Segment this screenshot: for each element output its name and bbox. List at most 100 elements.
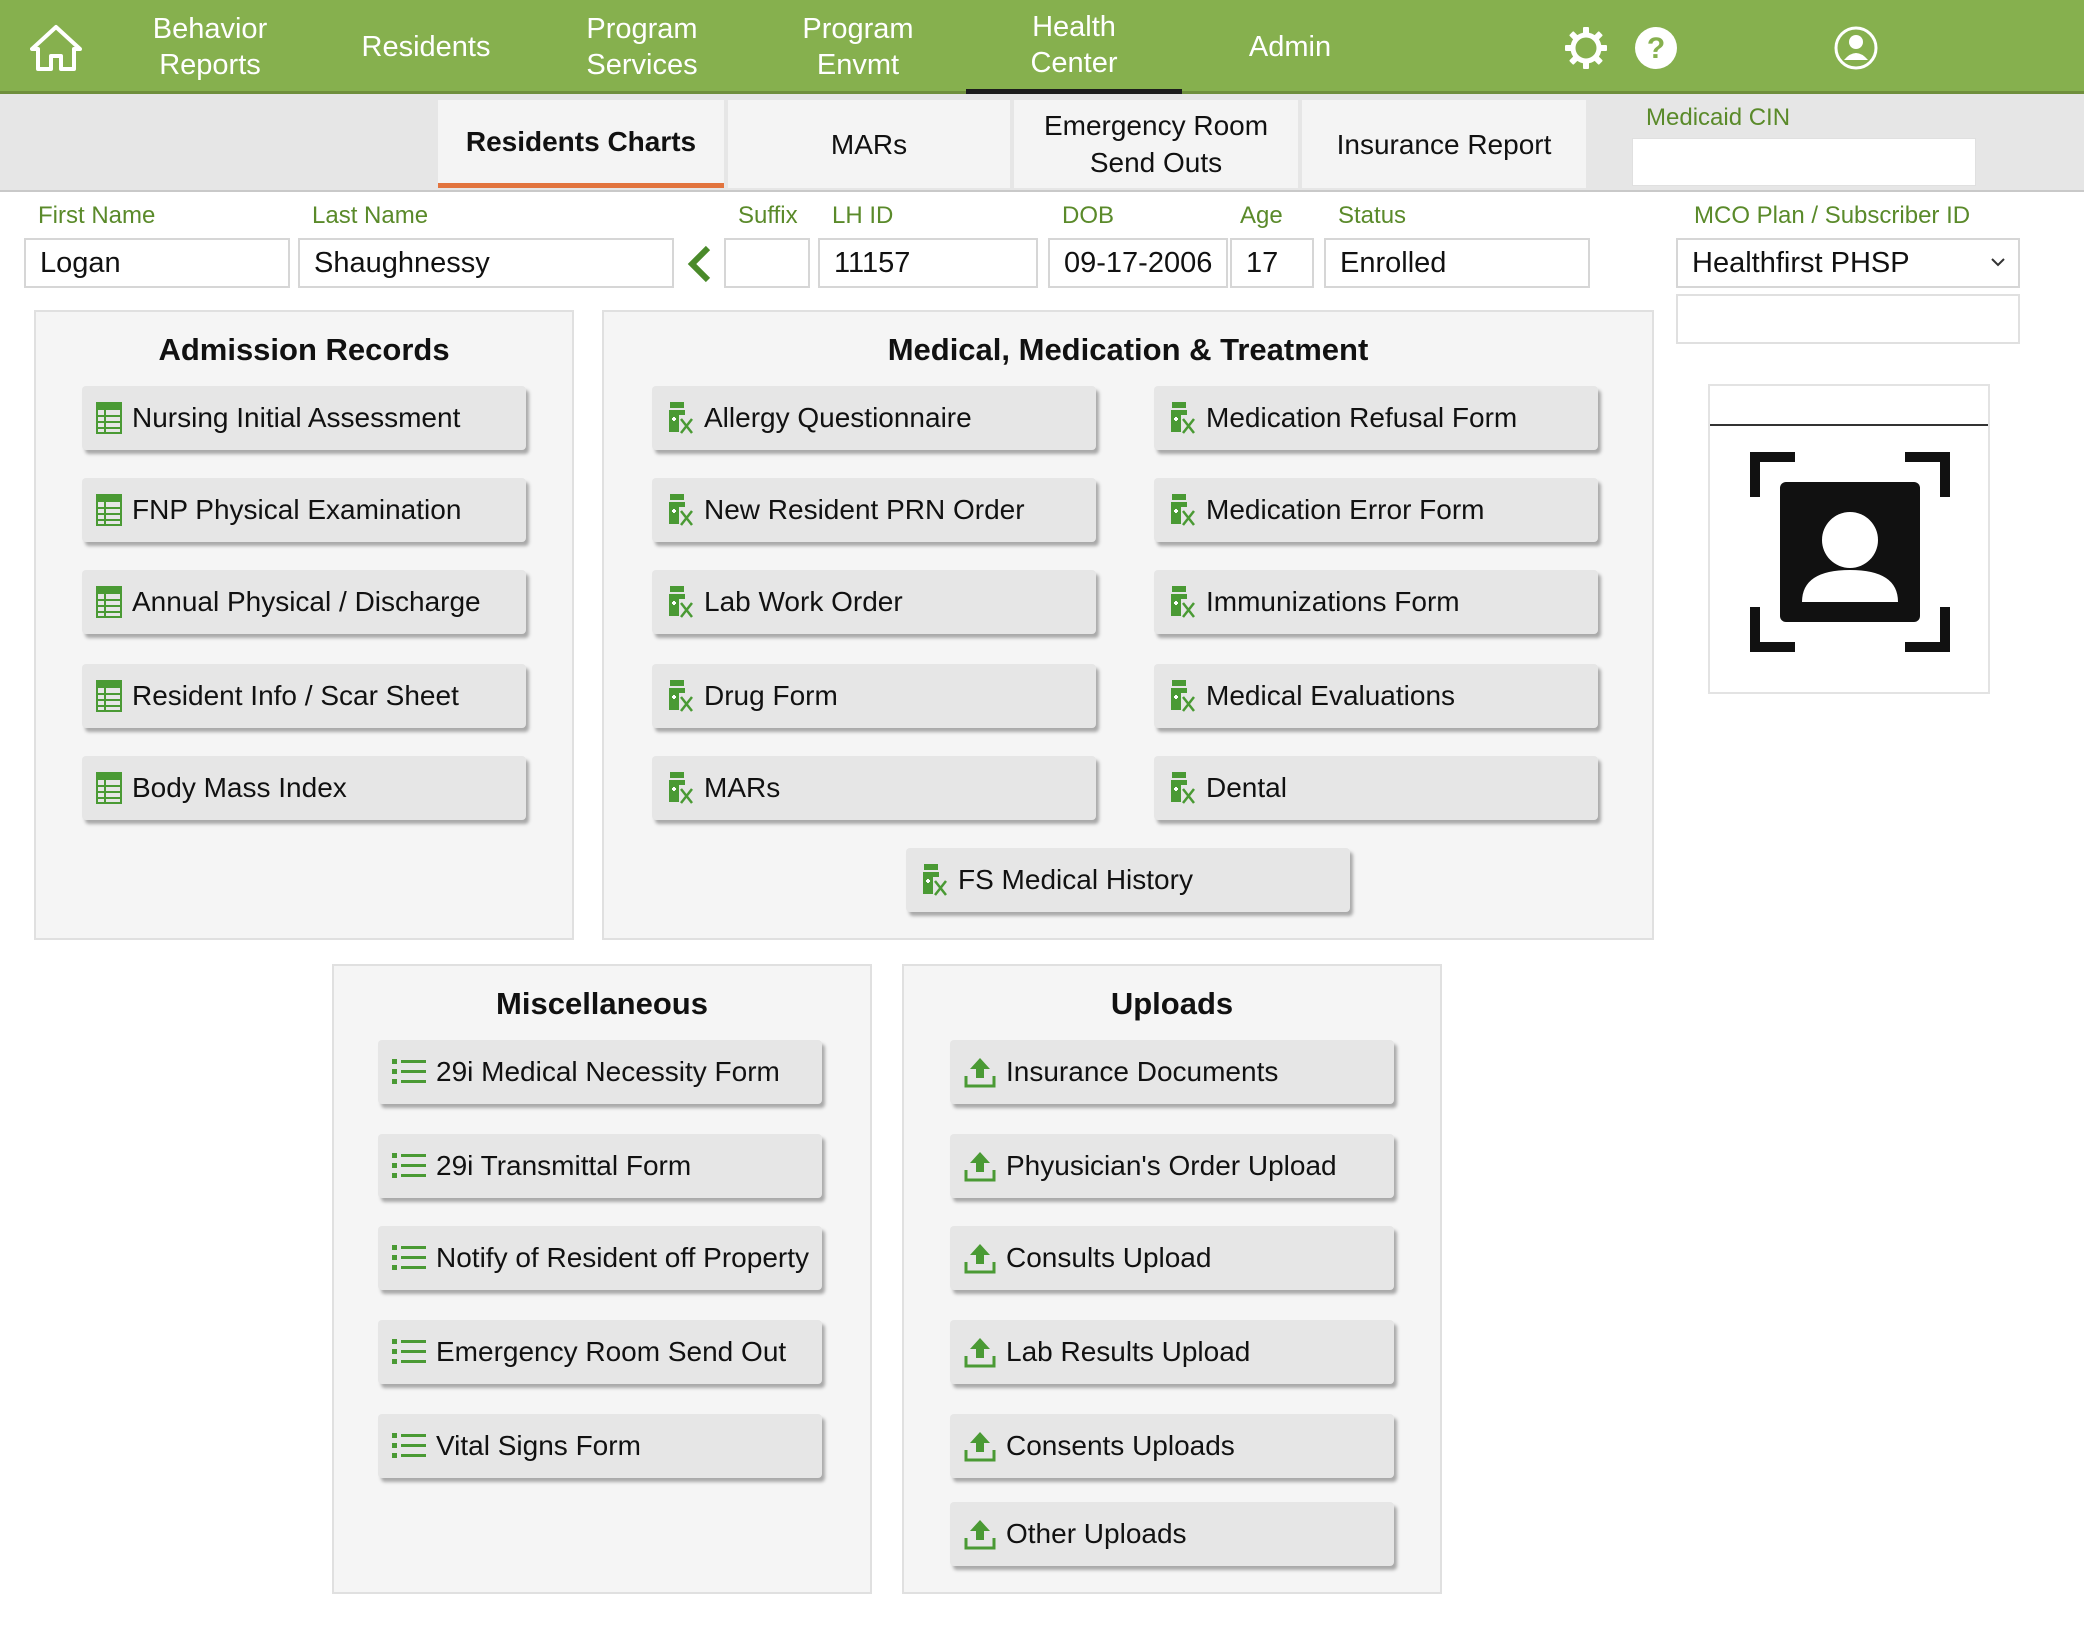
annual-physical-discharge-button[interactable]: Annual Physical / Discharge: [82, 570, 526, 634]
button-label: Consults Upload: [1006, 1242, 1212, 1273]
suffix-label: Suffix: [738, 202, 798, 229]
button-label: FS Medical History: [958, 864, 1193, 895]
button-label: Vital Signs Form: [436, 1430, 641, 1461]
consults-upload-button[interactable]: Consults Upload: [950, 1226, 1394, 1290]
nursing-initial-assessment-button[interactable]: Nursing Initial Assessment: [82, 386, 526, 450]
tab-emergency-room-send-outs[interactable]: Emergency Room Send Outs: [1014, 100, 1298, 188]
button-label: FNP Physical Examination: [132, 494, 462, 525]
spreadsheet-icon: [96, 402, 132, 434]
lab-work-order-button[interactable]: Lab Work Order: [652, 570, 1096, 634]
other-uploads-button[interactable]: Other Uploads: [950, 1502, 1394, 1566]
home-icon[interactable]: [30, 24, 82, 72]
fnp-physical-examination-button[interactable]: FNP Physical Examination: [82, 478, 526, 542]
medical-title: Medical, Medication & Treatment: [887, 332, 1369, 367]
nav-behavior-reports[interactable]: Behavior Reports: [130, 0, 290, 94]
nav-admin[interactable]: Admin: [1210, 0, 1370, 94]
medicine-bottle-icon: [1168, 679, 1206, 713]
age-field[interactable]: 17: [1230, 238, 1314, 288]
dental-button[interactable]: Dental: [1154, 756, 1598, 820]
button-label: Notify of Resident off Property: [436, 1242, 809, 1273]
upload-icon: [964, 1056, 1006, 1088]
gear-icon[interactable]: [1564, 26, 1608, 70]
nav-program-services[interactable]: Program Services: [560, 0, 724, 94]
button-label: Body Mass Index: [132, 772, 347, 803]
medicaid-cin-input[interactable]: [1632, 138, 1976, 186]
list-icon: [392, 1057, 436, 1087]
lh-id-label: LH ID: [832, 202, 894, 229]
last-name-label: Last Name: [312, 202, 429, 229]
mars-button[interactable]: MARs: [652, 756, 1096, 820]
button-label: Medication Error Form: [1206, 494, 1485, 525]
medicine-bottle-icon: [666, 401, 704, 435]
medicine-bottle-icon: [666, 679, 704, 713]
nav-health-center[interactable]: Health Center: [966, 0, 1182, 94]
button-label: Nursing Initial Assessment: [132, 402, 461, 433]
chevron-left-icon[interactable]: [686, 244, 714, 284]
medicine-bottle-icon: [1168, 585, 1206, 619]
fs-medical-history-button[interactable]: FS Medical History: [906, 848, 1350, 912]
list-icon: [392, 1151, 436, 1181]
miscellaneous-title: Miscellaneous: [496, 986, 708, 1021]
medical-evaluations-button[interactable]: Medical Evaluations: [1154, 664, 1598, 728]
lh-id-field[interactable]: 11157: [818, 238, 1038, 288]
age-label: Age: [1240, 202, 1283, 229]
button-label: Consents Uploads: [1006, 1430, 1235, 1461]
dob-field[interactable]: 09-17-2006: [1048, 238, 1228, 288]
last-name-field[interactable]: Shaughnessy: [298, 238, 674, 288]
top-navigation-bar: Behavior Reports Residents Program Servi…: [0, 0, 2084, 94]
spreadsheet-icon: [96, 586, 132, 618]
suffix-field[interactable]: [724, 238, 810, 288]
spreadsheet-icon: [96, 494, 132, 526]
immunizations-form-button[interactable]: Immunizations Form: [1154, 570, 1598, 634]
resident-photo[interactable]: [1708, 384, 1990, 694]
admission-records-title: Admission Records: [158, 332, 450, 367]
button-label: Dental: [1206, 772, 1287, 803]
medicine-bottle-icon: [666, 493, 704, 527]
tab-residents-charts[interactable]: Residents Charts: [438, 100, 724, 188]
drug-form-button[interactable]: Drug Form: [652, 664, 1096, 728]
lab-results-upload-button[interactable]: Lab Results Upload: [950, 1320, 1394, 1384]
nav-program-envmt[interactable]: Program Envmt: [776, 0, 940, 94]
resident-info-scar-sheet-button[interactable]: Resident Info / Scar Sheet: [82, 664, 526, 728]
phyusician-s-order-upload-button[interactable]: Phyusician's Order Upload: [950, 1134, 1394, 1198]
medicine-bottle-icon: [666, 585, 704, 619]
medication-error-form-button[interactable]: Medication Error Form: [1154, 478, 1598, 542]
status-label: Status: [1338, 202, 1407, 229]
allergy-questionnaire-button[interactable]: Allergy Questionnaire: [652, 386, 1096, 450]
list-icon: [392, 1337, 436, 1367]
upload-icon: [964, 1242, 1006, 1274]
list-icon: [392, 1431, 436, 1461]
button-label: Immunizations Form: [1206, 586, 1460, 617]
first-name-field[interactable]: Logan: [24, 238, 290, 288]
chevron-down-icon: [1991, 258, 2005, 267]
notify-of-resident-off-property-button[interactable]: Notify of Resident off Property: [378, 1226, 822, 1290]
status-field[interactable]: Enrolled: [1324, 238, 1590, 288]
resident-photo-placeholder-icon: [1750, 452, 1950, 652]
medication-refusal-form-button[interactable]: Medication Refusal Form: [1154, 386, 1598, 450]
emergency-room-send-out-button[interactable]: Emergency Room Send Out: [378, 1320, 822, 1384]
new-resident-prn-order-button[interactable]: New Resident PRN Order: [652, 478, 1096, 542]
button-label: 29i Medical Necessity Form: [436, 1056, 780, 1087]
mco-plan-value: Healthfirst PHSP: [1692, 246, 1910, 279]
upload-icon: [964, 1518, 1006, 1550]
mco-plan-select[interactable]: Healthfirst PHSP: [1676, 238, 2020, 288]
insurance-documents-button[interactable]: Insurance Documents: [950, 1040, 1394, 1104]
tab-mars[interactable]: MARs: [728, 100, 1010, 188]
button-label: Insurance Documents: [1006, 1056, 1279, 1087]
nav-residents[interactable]: Residents: [340, 0, 512, 94]
button-label: Lab Results Upload: [1006, 1336, 1251, 1367]
29i-transmittal-form-button[interactable]: 29i Transmittal Form: [378, 1134, 822, 1198]
tab-insurance-report[interactable]: Insurance Report: [1302, 100, 1586, 188]
help-icon[interactable]: ?: [1634, 26, 1678, 70]
user-account-icon[interactable]: [1834, 26, 1878, 70]
medicine-bottle-icon: [666, 771, 704, 805]
consents-uploads-button[interactable]: Consents Uploads: [950, 1414, 1394, 1478]
medicine-bottle-icon: [1168, 493, 1206, 527]
subscriber-id-field[interactable]: [1676, 294, 2020, 344]
body-mass-index-button[interactable]: Body Mass Index: [82, 756, 526, 820]
vital-signs-form-button[interactable]: Vital Signs Form: [378, 1414, 822, 1478]
upload-icon: [964, 1430, 1006, 1462]
button-label: Allergy Questionnaire: [704, 402, 972, 433]
uploads-title: Uploads: [1110, 986, 1234, 1021]
29i-medical-necessity-form-button[interactable]: 29i Medical Necessity Form: [378, 1040, 822, 1104]
